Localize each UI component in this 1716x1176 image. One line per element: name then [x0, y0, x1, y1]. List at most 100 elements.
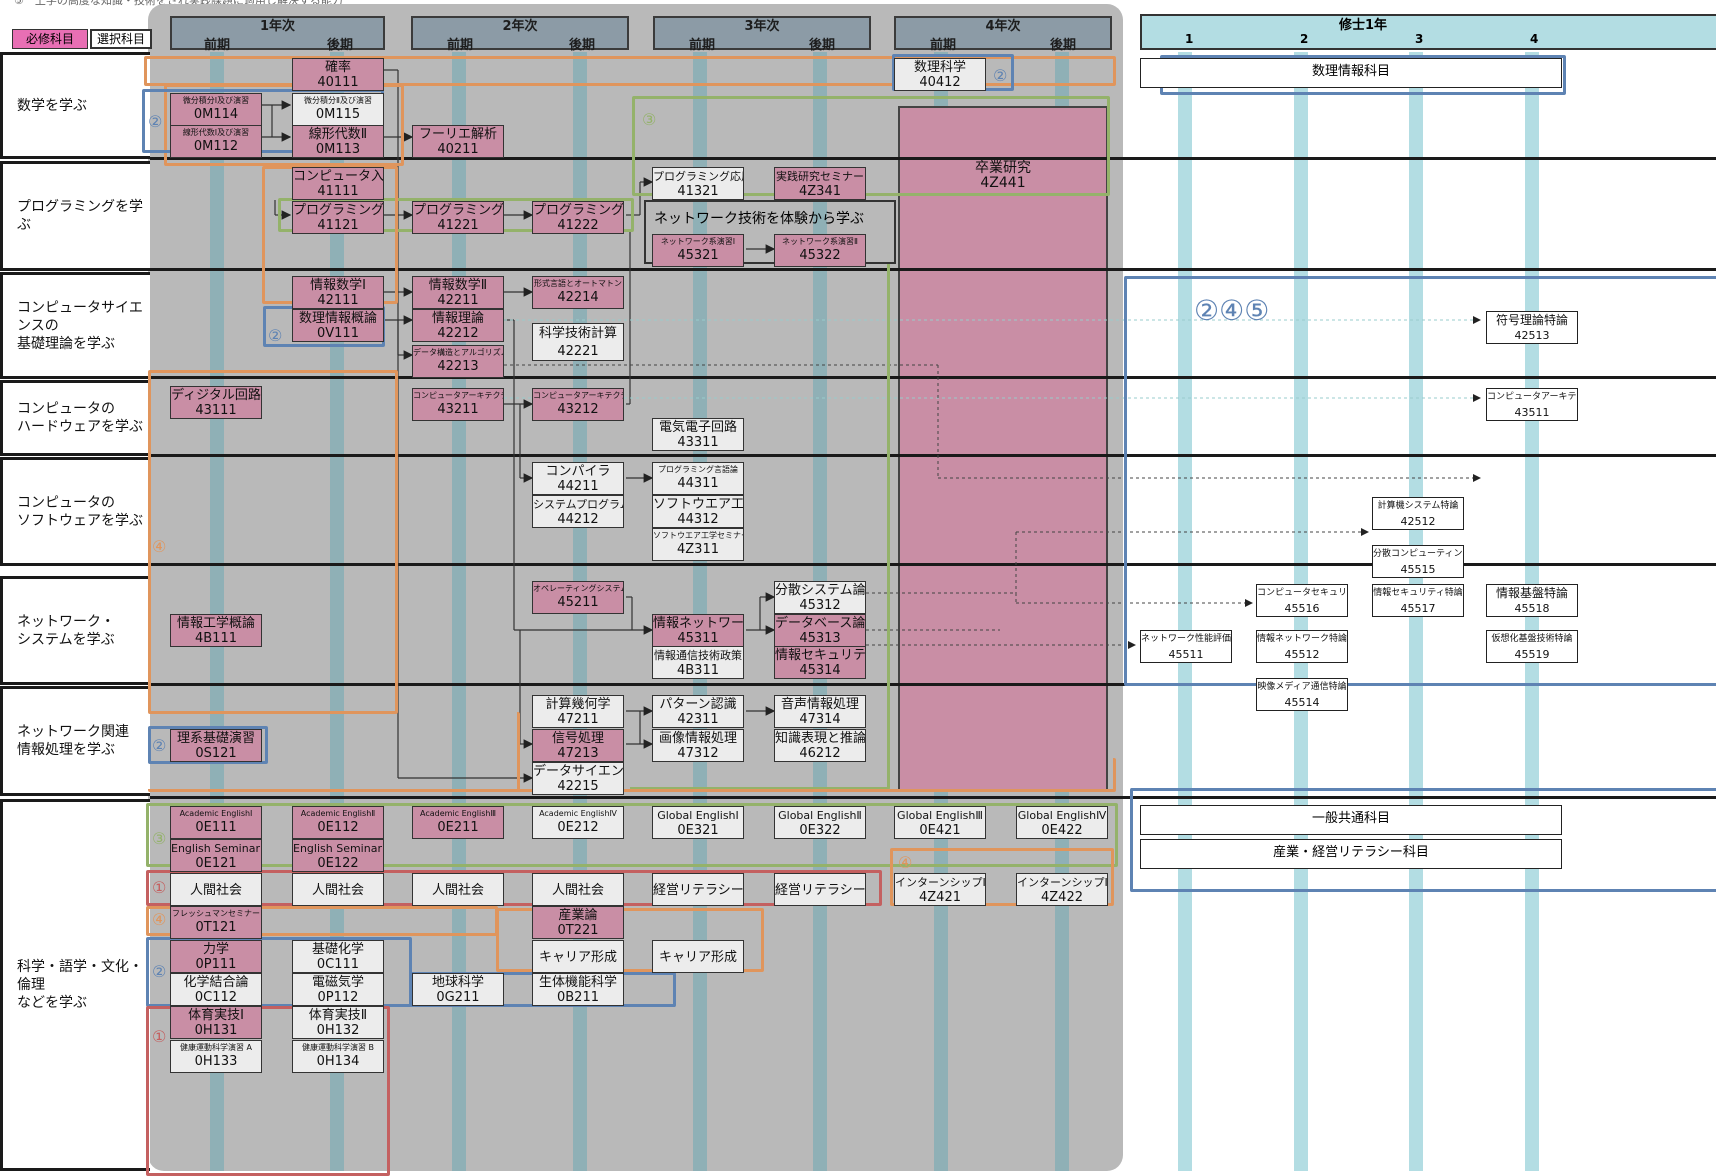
- course-box: ネットワーク系演習Ⅱ 45322: [774, 234, 866, 267]
- course-box: 微分積分Ⅰ及び演習 0M114: [170, 93, 262, 126]
- course-name: インターンシップⅡ: [1017, 876, 1108, 889]
- course-box: オペレーティングシステム 45211: [532, 581, 624, 614]
- grad-course-code: 45514: [1284, 696, 1320, 709]
- course-code: 47213: [557, 746, 599, 761]
- course-code: 0E111: [195, 820, 237, 835]
- course-code: 46212: [799, 746, 841, 761]
- course-name: 体育実技Ⅱ: [308, 1008, 368, 1023]
- course-name: プログラミングⅡ: [413, 203, 504, 218]
- course-name: 電気電子回路: [658, 420, 737, 435]
- grad-course-name: 符号理論特論: [1495, 313, 1568, 327]
- grad-course-code: 43511: [1514, 406, 1550, 419]
- course-code: 0C112: [194, 990, 238, 1005]
- course-name: English SeminarⅠ: [171, 842, 262, 855]
- grad-course-box: 映像メディア通信特論 45514: [1256, 678, 1348, 711]
- course-name: 基礎化学: [311, 942, 364, 957]
- course-box: 科学技術計算 42221: [532, 323, 624, 361]
- course-box: 音声情報処理 47314: [774, 695, 866, 728]
- course-name: 化学結合論: [183, 975, 249, 990]
- course-box: 体育実技Ⅱ 0H132: [292, 1006, 384, 1039]
- course-code: 0P111: [195, 957, 237, 972]
- course-box: Global EnglishⅣ 0E422: [1016, 806, 1108, 839]
- group-number: ①: [152, 878, 167, 897]
- group-outline-blue: [1124, 276, 1716, 686]
- course-code: 40412: [919, 75, 961, 90]
- grad-course-name: 計算機システム特論: [1377, 501, 1459, 511]
- course-code: 47314: [799, 712, 841, 727]
- grad-course-code: 45511: [1168, 648, 1204, 661]
- course-code: 45322: [799, 248, 841, 263]
- course-box: 信号処理 47213: [532, 729, 624, 762]
- course-code: 0M112: [193, 139, 239, 154]
- course-code: 45312: [799, 598, 841, 613]
- course-box: 生体機能科学 0B211: [532, 973, 624, 1006]
- course-box: コンパイラ 44211: [532, 462, 624, 495]
- course-code: 0H132: [316, 1023, 360, 1038]
- course-box: Global EnglishⅠ 0E321: [652, 806, 744, 839]
- course-code: 4Z341: [799, 184, 841, 199]
- course-box: プログラミング応用 41321: [652, 167, 744, 200]
- course-name: 地球科学: [431, 975, 484, 990]
- course-name: データベース論: [775, 616, 866, 631]
- course-box: プログラミングⅠ 41121: [292, 201, 384, 234]
- course-code: 42111: [317, 293, 359, 308]
- course-box: English SeminarⅡ 0E122: [292, 839, 384, 872]
- grad-course-code: 45519: [1514, 648, 1550, 661]
- course-name: インターンシップⅠ: [895, 876, 986, 889]
- course-name: ソフトウエア工学セミナーⅠ: [653, 531, 744, 540]
- course-name: 実践研究セミナー: [776, 170, 864, 183]
- grad-course-box: 情報セキュリティ特論 45517: [1372, 584, 1464, 617]
- course-box: コンピュータ入門41111: [292, 167, 384, 200]
- course-box: 計算幾何学 47211: [532, 695, 624, 728]
- group-number: ②: [148, 112, 163, 131]
- course-box: 情報工学概論 4B111: [170, 614, 262, 647]
- course-code: 42214: [557, 290, 599, 305]
- course-name: 分散システム論: [775, 583, 866, 598]
- course-code: 0P112: [317, 990, 359, 1005]
- course-name: ネットワーク系演習Ⅰ: [660, 237, 736, 246]
- course-code: 0E112: [317, 820, 359, 835]
- group-number: ①: [152, 1027, 167, 1046]
- course-box: 線形代数Ⅱ 0M113: [292, 125, 384, 158]
- course-box: インターンシップⅡ 4Z422: [1016, 873, 1108, 906]
- general-box: 一般共通科目: [1140, 805, 1562, 835]
- course-name: 電磁気学: [311, 975, 364, 990]
- course-code: 44311: [677, 476, 719, 491]
- grad-course-code: 45516: [1284, 602, 1320, 615]
- course-code: 0E322: [799, 823, 841, 838]
- course-code: 44212: [557, 512, 599, 527]
- course-box: 線形代数Ⅰ及び演習 0M112: [170, 125, 262, 158]
- course-code: 0H131: [194, 1023, 238, 1038]
- math-info-box: 数理情報科目: [1140, 58, 1562, 88]
- course-name: プログラミングⅢ: [533, 203, 624, 218]
- course-box: 電気電子回路 43311: [652, 418, 744, 451]
- course-code: 41222: [557, 218, 599, 233]
- course-name: 理系基礎演習: [176, 731, 255, 746]
- course-code: 40111: [317, 75, 359, 90]
- course-box: 化学結合論 0C112: [170, 973, 262, 1006]
- course-code: 0E421: [919, 823, 961, 838]
- course-name: 線形代数Ⅰ及び演習: [182, 128, 250, 137]
- group-number: ②: [152, 736, 167, 755]
- grad-course-code: 42513: [1514, 329, 1550, 342]
- course-name: コンピュータ入門: [293, 169, 384, 184]
- course-name: 人間社会: [551, 883, 604, 898]
- course-code: 4B311: [676, 663, 719, 678]
- course-box: ディジタル回路 43111: [170, 386, 262, 419]
- course-code: 4Z421: [919, 890, 961, 905]
- grad-course-code: 45517: [1400, 602, 1436, 615]
- grad-course-box: 分散コンピューティング特論 45515: [1372, 545, 1464, 578]
- course-name: システムプログラム: [533, 498, 624, 511]
- course-name: 情報セキュリティ: [775, 648, 866, 663]
- course-name: 知識表現と推論: [775, 731, 866, 746]
- grad-course-name: 情報ネットワーク特論: [1257, 634, 1348, 644]
- course-name: キャリア形成: [538, 950, 617, 965]
- course-code: 42212: [437, 326, 479, 341]
- course-box: 健康運動科学演習 A 0H133: [170, 1040, 262, 1073]
- grad-course-name: コンピュータセキュリティ特論: [1257, 588, 1348, 598]
- course-name: データサイエンス: [533, 764, 624, 779]
- course-name: フレッシュマンセミナー: [172, 909, 260, 918]
- group-number: ②: [268, 326, 283, 345]
- course-box: 情報数学Ⅱ 42211: [412, 276, 504, 309]
- course-code: 43211: [437, 402, 479, 417]
